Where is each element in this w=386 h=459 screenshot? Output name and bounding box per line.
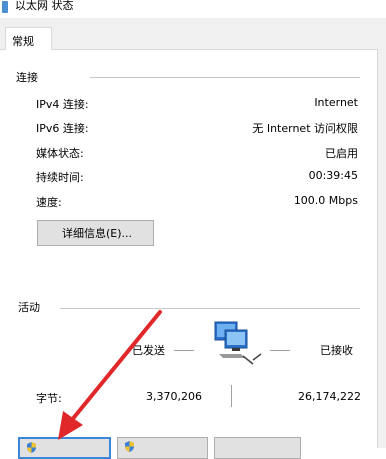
title-bar: 以太网 状态: [0, 0, 386, 18]
media-state-value: 已启用: [325, 147, 358, 160]
ipv6-label: IPv6 连接:: [36, 122, 89, 135]
network-adapter-icon: [2, 1, 8, 13]
window-title: 以太网 状态: [15, 0, 74, 12]
tab-general-label: 常规: [12, 35, 34, 48]
media-state-label: 媒体状态:: [36, 147, 84, 160]
duration-value: 00:39:45: [308, 169, 358, 182]
properties-button[interactable]: [18, 437, 111, 459]
activity-group-divider: [60, 308, 360, 309]
sent-label: 已发送: [132, 344, 165, 357]
diagnose-button[interactable]: [214, 437, 301, 459]
connection-group-divider: [90, 77, 360, 78]
sent-dash: [174, 350, 194, 351]
tab-strip: [0, 18, 386, 49]
duration-label: 持续时间:: [36, 171, 84, 184]
connection-group-title: 连接: [16, 71, 38, 84]
activity-group-title: 活动: [18, 301, 40, 314]
ipv4-label: IPv4 连接:: [36, 98, 89, 111]
speed-label: 速度:: [36, 196, 62, 209]
ipv4-value: Internet: [314, 96, 358, 109]
bytes-label: 字节:: [36, 392, 62, 405]
tab-general[interactable]: 常规: [5, 27, 52, 50]
bytes-sent-value: 3,370,206: [146, 390, 202, 403]
bytes-received-value: 26,174,222: [298, 390, 361, 403]
window-frame-edge: [378, 18, 386, 448]
details-button[interactable]: 详细信息(E)...: [37, 220, 154, 246]
shield-icon: [125, 441, 134, 452]
ipv6-value: 无 Internet 访问权限: [252, 122, 358, 135]
received-label: 已接收: [320, 344, 353, 357]
disable-button[interactable]: [117, 437, 208, 459]
speed-value: 100.0 Mbps: [293, 194, 358, 207]
bytes-divider: [231, 385, 232, 407]
network-activity-icon: [214, 321, 262, 365]
received-dash: [270, 350, 290, 351]
